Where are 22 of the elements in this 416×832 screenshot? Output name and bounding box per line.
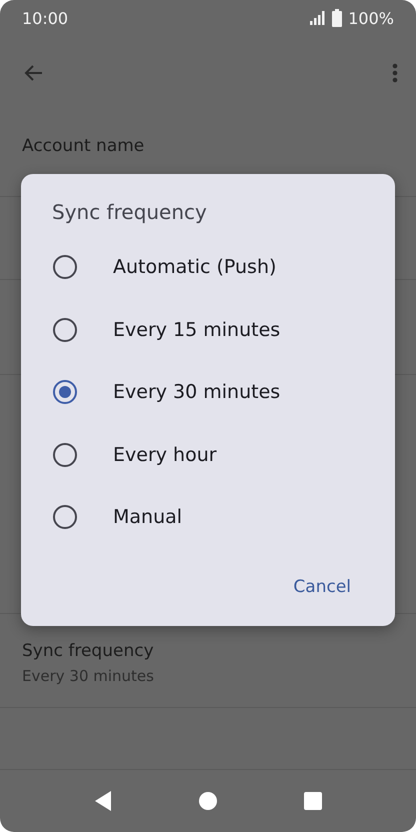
recents-icon[interactable] [303, 791, 324, 811]
radio-button[interactable] [53, 318, 77, 342]
battery-icon [332, 9, 342, 27]
option-label[interactable]: Every 30 minutes [113, 381, 280, 404]
signal-icon [310, 11, 326, 25]
battery-level: 100% [348, 8, 394, 28]
option-label[interactable]: Every hour [113, 444, 217, 466]
setting-value: Every 30 minutes [22, 667, 155, 685]
more-options-icon[interactable] [392, 63, 398, 83]
setting-title: Account name [22, 136, 146, 156]
option-label[interactable]: Manual [113, 506, 182, 528]
clock-time: 10:00 [22, 8, 68, 28]
cancel-button[interactable]: Cancel [279, 570, 365, 602]
radio-button[interactable] [53, 380, 77, 404]
option-label[interactable]: Automatic (Push) [113, 256, 276, 278]
radio-button[interactable] [53, 255, 77, 280]
dialog-title: Sync frequency [52, 200, 207, 224]
radio-button[interactable] [53, 442, 77, 467]
option-label[interactable]: Every 15 minutes [113, 318, 280, 341]
back-icon[interactable] [92, 790, 113, 812]
radio-button[interactable] [53, 505, 77, 530]
home-icon[interactable] [198, 791, 218, 811]
